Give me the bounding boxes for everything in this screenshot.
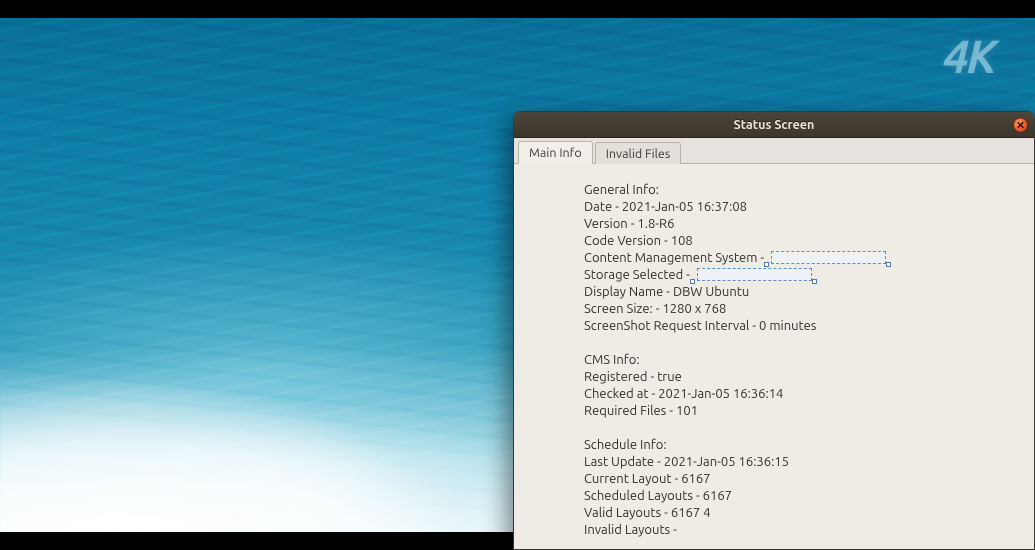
redaction-handle-icon [812, 279, 817, 284]
tab-main-info[interactable]: Main Info [518, 141, 593, 164]
general-heading: General Info: [584, 182, 1024, 199]
general-screenshot-interval: ScreenShot Request Interval - 0 minutes [584, 318, 1024, 335]
general-storage-label: Storage Selected - [584, 268, 690, 282]
close-button[interactable] [1013, 117, 1028, 132]
cms-heading: CMS Info: [584, 352, 1024, 369]
schedule-valid-layouts: Valid Layouts - 6167 4 [584, 505, 1024, 522]
tab-invalid-files[interactable]: Invalid Files [595, 142, 682, 164]
letterbox-top [0, 0, 1035, 18]
schedule-heading: Schedule Info: [584, 437, 1024, 454]
general-version: Version - 1.8-R6 [584, 216, 1024, 233]
cms-registered: Registered - true [584, 369, 1024, 386]
cms-checked-at: Checked at - 2021-Jan-05 16:36:14 [584, 386, 1024, 403]
dialog-title: Status Screen [734, 118, 815, 132]
dialog-titlebar[interactable]: Status Screen [514, 112, 1034, 138]
status-screen-dialog: Status Screen Main Info Invalid Files Ge… [513, 111, 1035, 550]
general-display-name: Display Name - DBW Ubuntu [584, 284, 1024, 301]
cms-required-files: Required Files - 101 [584, 403, 1024, 420]
tabstrip: Main Info Invalid Files [514, 138, 1034, 164]
redacted-cms-value [771, 251, 886, 264]
general-storage: Storage Selected - [584, 267, 1024, 284]
schedule-invalid-layouts: Invalid Layouts - [584, 522, 1024, 539]
schedule-last-update: Last Update - 2021-Jan-05 16:36:15 [584, 454, 1024, 471]
redacted-storage-value [697, 268, 812, 281]
general-cms: Content Management System - [584, 250, 1024, 267]
general-code-version: Code Version - 108 [584, 233, 1024, 250]
general-date: Date - 2021-Jan-05 16:37:08 [584, 199, 1024, 216]
tab-panel-main-info: General Info: Date - 2021-Jan-05 16:37:0… [514, 164, 1034, 549]
schedule-scheduled-layouts: Scheduled Layouts - 6167 [584, 488, 1024, 505]
schedule-current-layout: Current Layout - 6167 [584, 471, 1024, 488]
close-icon [1017, 121, 1024, 128]
general-screen-size: Screen Size: - 1280 x 768 [584, 301, 1024, 318]
general-cms-label: Content Management System - [584, 251, 764, 265]
redaction-handle-icon [886, 262, 891, 267]
